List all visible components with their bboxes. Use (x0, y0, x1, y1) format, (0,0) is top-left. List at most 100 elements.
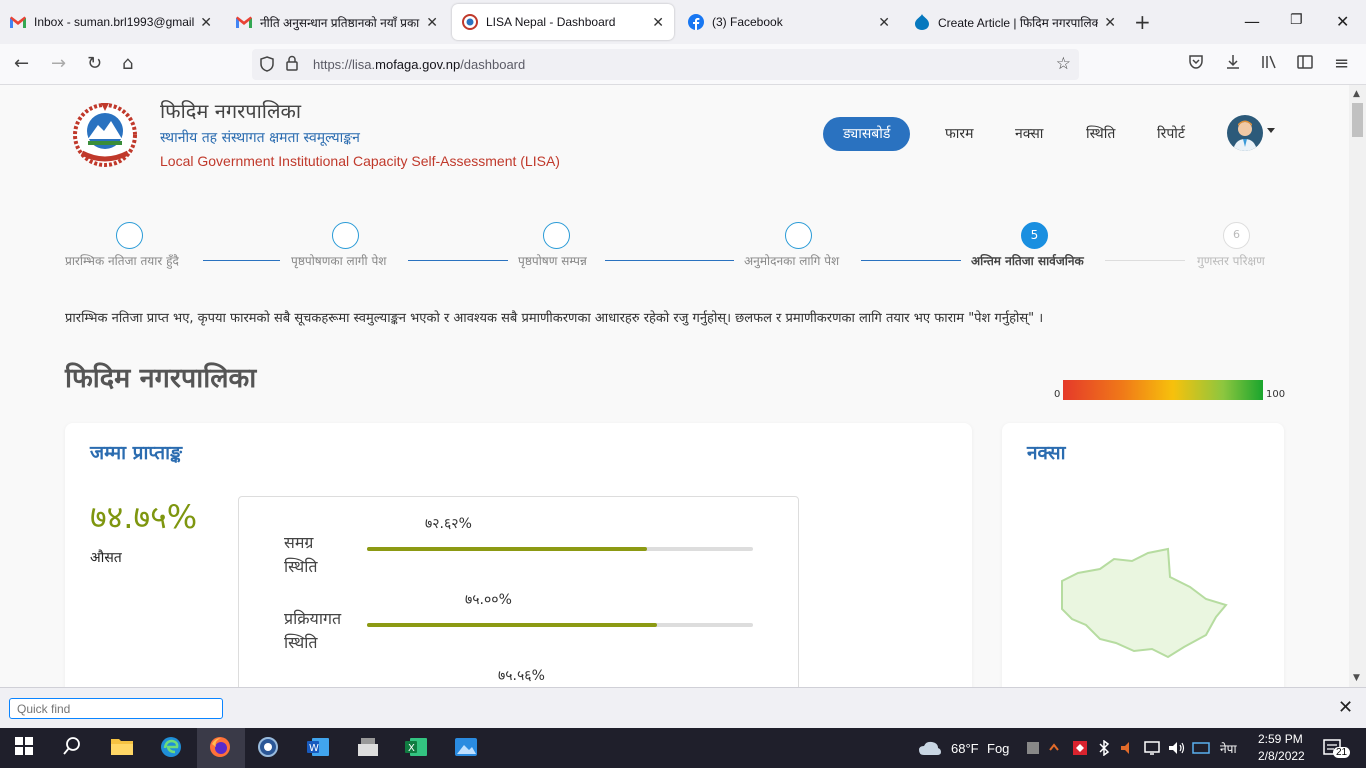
weather-description[interactable]: Fog (987, 741, 1009, 756)
back-arrow-icon[interactable]: ← (14, 54, 29, 74)
firefox-icon[interactable] (209, 736, 235, 760)
bookmark-star-icon[interactable]: ☆ (1056, 54, 1071, 74)
close-find-bar-icon[interactable]: ✕ (1338, 697, 1353, 718)
tab-facebook[interactable]: (3) Facebook ✕ (678, 4, 900, 40)
svg-text:W: W (309, 743, 319, 754)
facebook-icon (688, 14, 704, 30)
chevron-up-icon[interactable] (1048, 740, 1074, 764)
address-bar[interactable]: https://lisa.mofaga.gov.np/dashboard ☆ (252, 49, 1079, 80)
speaker-alert-icon[interactable] (1120, 740, 1146, 764)
metric-value: ७२.६२% (425, 516, 472, 532)
network-icon[interactable] (1144, 740, 1170, 764)
library-icon[interactable] (1261, 54, 1277, 75)
tab-title: (3) Facebook (712, 15, 783, 29)
edge-icon[interactable] (160, 736, 186, 760)
page-scrollbar[interactable]: ▲ ▼ (1349, 85, 1366, 687)
scroll-down-arrow-icon[interactable]: ▼ (1353, 673, 1360, 683)
weather-cloud-icon[interactable] (918, 740, 944, 764)
volume-icon[interactable] (1168, 740, 1194, 764)
antivirus-icon[interactable] (1072, 740, 1098, 764)
average-score-value: ७४.७५% (90, 498, 198, 536)
map-card-title: नक्सा (1027, 442, 1066, 464)
restore-icon[interactable]: ❐ (1290, 12, 1303, 28)
photos-icon[interactable] (454, 736, 480, 760)
lock-icon[interactable] (286, 55, 298, 75)
word-icon[interactable]: W (306, 736, 332, 760)
tab-title: Inbox - suman.brl1993@gmail.c (34, 15, 195, 29)
close-tab-icon[interactable]: ✕ (426, 14, 438, 31)
score-card-title: जम्मा प्राप्ताङ्क (90, 442, 183, 464)
scrollbar-thumb[interactable] (1352, 103, 1363, 137)
browser-tab-bar: Inbox - suman.brl1993@gmail.c ✕ नीति अनु… (0, 0, 1366, 44)
file-explorer-icon[interactable] (110, 736, 136, 760)
nav-status-link[interactable]: स्थिति (1086, 117, 1115, 151)
page-title: फिदिम नगरपालिका (65, 363, 257, 394)
tab-lisa-dashboard[interactable]: LISA Nepal - Dashboard ✕ (452, 4, 674, 40)
tab-gmail-inbox[interactable]: Inbox - suman.brl1993@gmail.c ✕ (0, 4, 222, 40)
close-tab-icon[interactable]: ✕ (652, 14, 664, 31)
hamburger-menu-icon[interactable]: ≡ (1334, 54, 1349, 74)
total-score-card: जम्मा प्राप्ताङ्क ७४.७५% औसत ७२.६२% समग्… (65, 423, 972, 687)
step-connector (1105, 260, 1185, 261)
tab-title: LISA Nepal - Dashboard (486, 15, 616, 29)
quick-find-input[interactable] (9, 698, 223, 719)
excel-icon[interactable]: X (404, 736, 430, 760)
step-3-circle (543, 222, 570, 249)
url-text: https://lisa.mofaga.gov.np/dashboard (313, 57, 526, 72)
gmail-icon (236, 14, 252, 30)
clock-time[interactable]: 2:59 PM (1258, 732, 1303, 746)
close-tab-icon[interactable]: ✕ (1104, 14, 1116, 31)
metric-progress-track (367, 623, 753, 627)
svg-text:X: X (408, 743, 415, 754)
photos-app-icon[interactable] (257, 736, 283, 760)
step-3-label: पृष्ठपोषण सम्पन्न (518, 254, 587, 268)
nav-form-link[interactable]: फारम (945, 117, 974, 151)
nav-report-link[interactable]: रिपोर्ट (1157, 117, 1185, 151)
score-breakdown-panel: ७२.६२% समग्र स्थिति ७५.००% प्रक्रियागत स… (238, 496, 799, 687)
municipality-map-shape[interactable] (1056, 547, 1228, 659)
search-icon[interactable] (62, 736, 88, 760)
pocket-icon[interactable] (1188, 54, 1204, 75)
cashier-app-icon[interactable] (356, 736, 382, 760)
tab-gmail-niti[interactable]: नीति अनुसन्धान प्रतिष्ठानको नयाँ प्रका ✕ (226, 4, 448, 40)
step-4-label: अनुमोदनका लागि पेश (744, 254, 840, 268)
weather-temperature[interactable]: 68°F (951, 741, 979, 756)
instruction-text: प्रारम्भिक नतिजा प्राप्त भए, कृपया फारमक… (65, 311, 1044, 326)
downloads-icon[interactable] (1225, 54, 1241, 75)
minimize-icon[interactable]: — (1244, 12, 1260, 31)
home-icon[interactable]: ⌂ (122, 54, 133, 74)
step-connector (203, 260, 280, 261)
tab-create-article[interactable]: Create Article | फिदिम नगरपालिक ✕ (904, 4, 1126, 40)
step-5-label: अन्तिम नतिजा सार्वजनिक (971, 254, 1084, 268)
metric-progress-fill (367, 547, 648, 551)
clock-date[interactable]: 2/8/2022 (1258, 749, 1305, 763)
metric-label: समग्र स्थिति (284, 533, 318, 576)
input-language[interactable]: नेपा (1220, 740, 1237, 757)
step-1-label: प्रारम्भिक नतिजा तयार हुँदै (65, 254, 179, 268)
shield-icon[interactable] (260, 56, 274, 76)
org-name: फिदिम नगरपालिका (160, 99, 302, 123)
window-close-icon[interactable]: ✕ (1336, 12, 1349, 31)
chevron-down-icon[interactable] (1267, 128, 1275, 133)
new-tab-plus-icon[interactable]: + (1134, 12, 1151, 32)
scale-min-label: 0 (1054, 389, 1061, 400)
sidebar-icon[interactable] (1297, 54, 1313, 74)
keyboard-icon[interactable] (1192, 740, 1218, 764)
user-avatar[interactable] (1227, 115, 1263, 151)
step-5-circle: 5 (1021, 222, 1048, 249)
nav-map-link[interactable]: नक्सा (1015, 117, 1043, 151)
subtitle-nepali: स्थानीय तह संस्थागत क्षमता स्वमूल्याङ्कन (160, 130, 360, 146)
windows-taskbar: W X 68°F Fog नेपा 2:59 PM 2/8/2022 21 (0, 728, 1366, 768)
step-connector (861, 260, 961, 261)
tab-title: नीति अनुसन्धान प्रतिष्ठानको नयाँ प्रका (260, 15, 420, 30)
windows-start-icon[interactable] (14, 736, 40, 760)
reload-icon[interactable]: ↻ (87, 54, 102, 74)
nav-dashboard-button[interactable]: ड्यासबोर्ड (823, 117, 911, 151)
forward-arrow-icon[interactable]: → (51, 54, 66, 74)
close-tab-icon[interactable]: ✕ (878, 14, 890, 31)
close-tab-icon[interactable]: ✕ (200, 14, 212, 31)
step-2-circle (332, 222, 359, 249)
gmail-icon (10, 14, 26, 30)
scroll-up-arrow-icon[interactable]: ▲ (1353, 89, 1360, 99)
find-bar: ✕ (0, 687, 1366, 728)
